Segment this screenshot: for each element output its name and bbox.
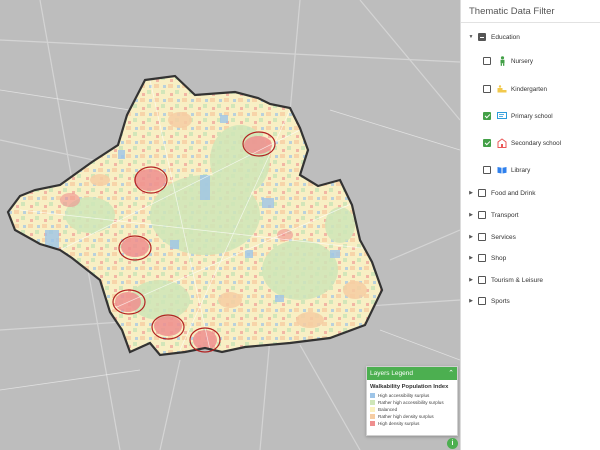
legend-swatch (370, 393, 375, 398)
layers-legend: Layers Legend ⌃ Walkability Population I… (366, 366, 458, 436)
caret-right-icon[interactable]: ▶ (467, 234, 475, 240)
sub-item-label: Library (511, 166, 531, 174)
sub-item-primary-school[interactable]: Primary school (483, 110, 553, 122)
shop-checkbox[interactable] (478, 254, 486, 262)
transport-checkbox[interactable] (478, 211, 486, 219)
category-tourism-leisure[interactable]: ▶ Tourism & Leisure (467, 274, 543, 286)
panel-divider (461, 22, 600, 23)
thematic-filter-panel: Thematic Data Filter ▼ Education Nursery… (460, 0, 600, 450)
sub-item-library[interactable]: Library (483, 164, 530, 176)
sub-item-label: Secondary school (511, 139, 562, 147)
caret-right-icon[interactable]: ▶ (467, 298, 475, 304)
category-label: Tourism & Leisure (491, 276, 544, 284)
caret-right-icon[interactable]: ▶ (467, 277, 475, 283)
food-and-drink-checkbox[interactable] (478, 189, 486, 197)
sub-item-label: Primary school (511, 112, 553, 120)
secondary-school-checkbox[interactable] (483, 139, 491, 147)
services-checkbox[interactable] (478, 233, 486, 241)
legend-swatch (370, 407, 375, 412)
category-services[interactable]: ▶ Services (467, 231, 516, 243)
panel-title: Thematic Data Filter (469, 6, 555, 17)
legend-title: Walkability Population Index (370, 384, 449, 390)
child-icon (497, 56, 507, 66)
category-shop[interactable]: ▶ Shop (467, 252, 506, 264)
education-checkbox[interactable] (478, 33, 486, 41)
category-transport[interactable]: ▶ Transport (467, 209, 519, 221)
legend-entry: Rather high density surplus (367, 413, 457, 420)
chalkboard-icon (497, 111, 507, 121)
legend-entry: High density surplus (367, 420, 457, 427)
caret-right-icon[interactable]: ▶ (467, 255, 475, 261)
nursery-checkbox[interactable] (483, 57, 491, 65)
open-book-icon (497, 165, 507, 175)
info-button[interactable]: i (447, 438, 458, 449)
category-label: Sports (491, 297, 510, 305)
legend-entry: Balanced (367, 406, 457, 413)
legend-label: Balanced (378, 407, 398, 412)
toys-icon (497, 84, 507, 94)
caret-right-icon[interactable]: ▶ (467, 190, 475, 196)
category-label: Services (491, 233, 516, 241)
kindergarten-checkbox[interactable] (483, 85, 491, 93)
category-label: Shop (491, 254, 507, 262)
category-sports[interactable]: ▶ Sports (467, 295, 510, 307)
sub-item-kindergarten[interactable]: Kindergarten (483, 83, 547, 95)
legend-swatch (370, 421, 375, 426)
primary-school-checkbox[interactable] (483, 112, 491, 120)
sub-item-secondary-school[interactable]: Secondary school (483, 137, 561, 149)
legend-swatch (370, 414, 375, 419)
tourism-leisure-checkbox[interactable] (478, 276, 486, 284)
caret-down-icon[interactable]: ▼ (467, 34, 475, 40)
legend-swatch (370, 400, 375, 405)
legend-header-label: Layers Legend (370, 370, 414, 377)
legend-label: Rather high accessibility surplus (378, 400, 444, 405)
legend-header[interactable]: Layers Legend ⌃ (367, 367, 457, 380)
legend-entry: Rather high accessibility surplus (367, 399, 457, 406)
category-label: Food and Drink (491, 189, 536, 197)
sub-item-nursery[interactable]: Nursery (483, 55, 533, 67)
caret-right-icon[interactable]: ▶ (467, 212, 475, 218)
category-label: Transport (491, 211, 519, 219)
sports-checkbox[interactable] (478, 297, 486, 305)
legend-entry: High accessibility surplus (367, 392, 457, 399)
category-food-and-drink[interactable]: ▶ Food and Drink (467, 187, 535, 199)
sub-item-label: Nursery (511, 57, 534, 65)
school-building-icon (497, 138, 507, 148)
legend-label: High accessibility surplus (378, 393, 430, 398)
legend-label: Rather high density surplus (378, 414, 434, 419)
chevron-up-icon[interactable]: ⌃ (448, 367, 454, 380)
sub-item-label: Kindergarten (511, 85, 548, 93)
legend-label: High density surplus (378, 421, 420, 426)
library-checkbox[interactable] (483, 166, 491, 174)
category-label: Education (491, 33, 520, 41)
category-education[interactable]: ▼ Education (467, 31, 520, 43)
